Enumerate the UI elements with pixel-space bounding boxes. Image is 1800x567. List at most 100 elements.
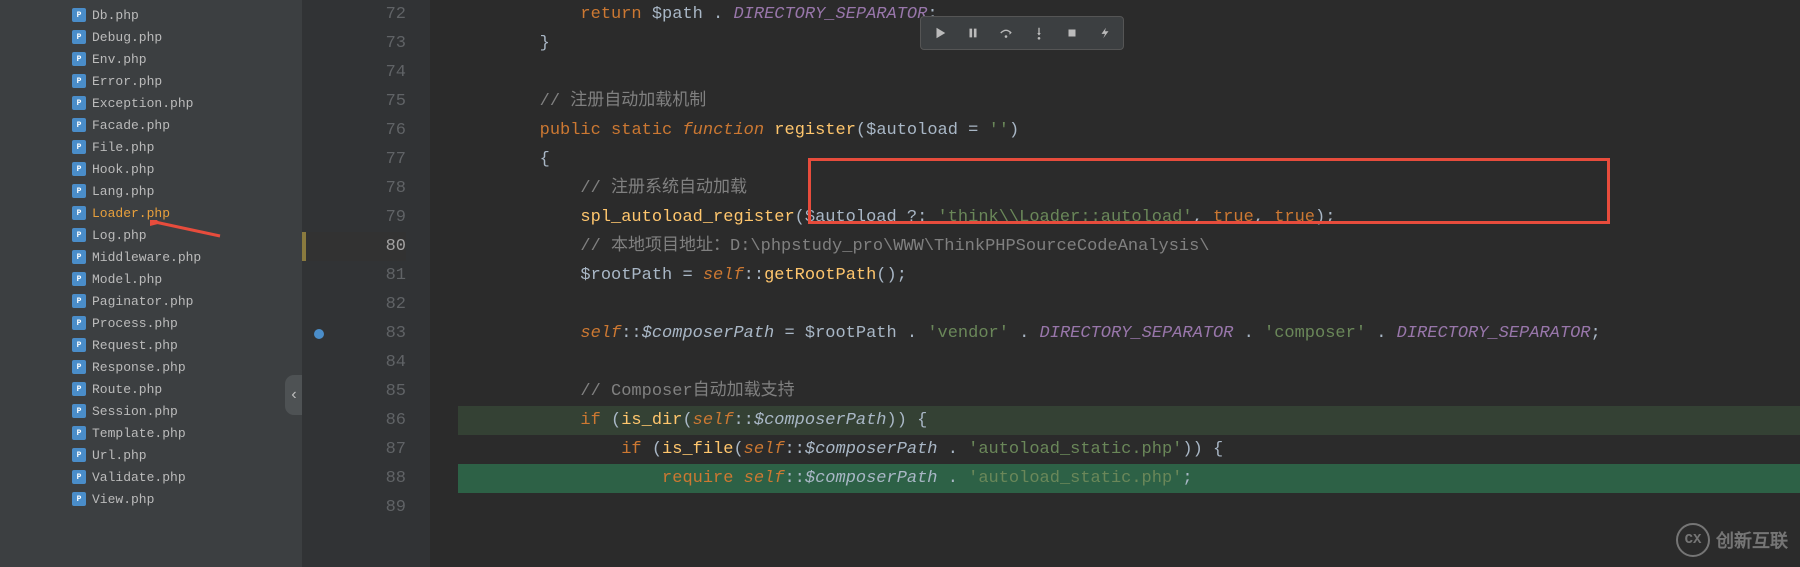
file-item-response[interactable]: PResponse.php [0,356,302,378]
file-label: Url.php [92,448,147,463]
line-number[interactable]: 73 [302,29,406,58]
line-number[interactable]: 75 [302,87,406,116]
line-number[interactable]: 78 [302,174,406,203]
file-item-paginator[interactable]: P Paginator.php [0,290,302,312]
line-number[interactable]: 80 [302,232,406,261]
code-line[interactable]: public static function register($autoloa… [458,116,1800,145]
line-number[interactable]: 84 [302,348,406,377]
line-number[interactable]: 87 [302,435,406,464]
code-line[interactable]: spl_autoload_register($autoload ?: 'thin… [458,203,1800,232]
code-line[interactable]: } [458,29,1800,58]
file-item-route[interactable]: PRoute.php [0,378,302,400]
file-label: Env.php [92,52,147,67]
code-editor: 727374757677787980818283848586878889 ret… [302,0,1800,567]
php-file-icon: P [72,250,86,264]
code-line[interactable] [458,290,1800,319]
file-label: Process.php [92,316,178,331]
code-line[interactable]: { [458,145,1800,174]
php-file-icon: P [72,52,86,66]
php-file-icon: P [72,184,86,198]
php-file-icon: P [72,404,86,418]
line-number[interactable]: 88 [302,464,406,493]
file-item-process[interactable]: PProcess.php [0,312,302,334]
file-item-file[interactable]: P File.php [0,136,302,158]
debug-step-into-button[interactable] [1022,19,1055,47]
debug-toolbar [920,16,1124,50]
file-label: Hook.php [92,162,154,177]
watermark-badge: CX [1676,523,1710,557]
code-line[interactable]: if (is_dir(self::$composerPath)) { [458,406,1800,435]
php-file-icon: P [72,360,86,374]
file-label: File.php [92,140,154,155]
line-number[interactable]: 79 [302,203,406,232]
line-number[interactable]: 81 [302,261,406,290]
code-line[interactable]: // 注册系统自动加载 [458,174,1800,203]
line-number[interactable]: 74 [302,58,406,87]
file-item-lang[interactable]: P Lang.php [0,180,302,202]
line-number[interactable]: 85 [302,377,406,406]
code-line[interactable] [458,493,1800,522]
line-number[interactable]: 86 [302,406,406,435]
php-file-icon: P [72,140,86,154]
php-file-icon: P [72,30,86,44]
php-file-icon: P [72,492,86,506]
file-item-template[interactable]: PTemplate.php [0,422,302,444]
code-line[interactable]: require self::$composerPath . 'autoload_… [458,464,1800,493]
file-explorer-sidebar: PDb.phpPDebug.phpPEnv.phpPError.phpPExce… [0,0,302,567]
file-label: Middleware.php [92,250,201,265]
line-number[interactable]: 77 [302,145,406,174]
line-number[interactable]: 89 [302,493,406,522]
file-item-exception[interactable]: PException.php [0,92,302,114]
file-item-debug[interactable]: P Debug.php [0,26,302,48]
debug-stop-button[interactable] [1055,19,1088,47]
line-number[interactable]: 83 [302,319,406,348]
debug-pause-button[interactable] [956,19,989,47]
file-label: Error.php [92,74,162,89]
debug-resume-button[interactable] [923,19,956,47]
file-item-loader[interactable]: PLoader.php [0,202,302,224]
debug-step-over-button[interactable] [989,19,1022,47]
file-label: Validate.php [92,470,186,485]
file-label: Db.php [92,8,139,23]
file-item-model[interactable]: PModel.php [0,268,302,290]
file-item-request[interactable]: PRequest.php [0,334,302,356]
code-line[interactable]: $rootPath = self::getRootPath(); [458,261,1800,290]
code-line[interactable]: return $path . DIRECTORY_SEPARATOR; [458,0,1800,29]
debug-force-run-button[interactable] [1088,19,1121,47]
breakpoint-marker[interactable] [314,329,324,339]
file-item-middleware[interactable]: P Middleware.php [0,246,302,268]
line-number[interactable]: 76 [302,116,406,145]
file-item-session[interactable]: P Session.php [0,400,302,422]
file-item-view[interactable]: P View.php [0,488,302,510]
line-number[interactable]: 72 [302,0,406,29]
watermark: CX 创新互联 [1676,523,1788,557]
file-label: Session.php [92,404,178,419]
sidebar-collapse-handle[interactable] [285,375,302,415]
file-item-facade[interactable]: P Facade.php [0,114,302,136]
file-label: Debug.php [92,30,162,45]
file-label: Paginator.php [92,294,193,309]
code-line[interactable]: if (is_file(self::$composerPath . 'autol… [458,435,1800,464]
code-line[interactable]: // 注册自动加载机制 [458,87,1800,116]
code-line[interactable]: // 本地项目地址：D:\phpstudy_pro\WWW\ThinkPHPSo… [458,232,1800,261]
file-item-validate[interactable]: PValidate.php [0,466,302,488]
file-item-hook[interactable]: PHook.php [0,158,302,180]
code-content[interactable]: return $path . DIRECTORY_SEPARATOR; } //… [430,0,1800,567]
php-file-icon: P [72,228,86,242]
code-line[interactable]: // Composer自动加载支持 [458,377,1800,406]
file-item-url[interactable]: PUrl.php [0,444,302,466]
file-item-env[interactable]: P Env.php [0,48,302,70]
code-line[interactable] [458,348,1800,377]
php-file-icon: P [72,118,86,132]
file-label: Facade.php [92,118,170,133]
php-file-icon: P [72,382,86,396]
code-line[interactable]: self::$composerPath = $rootPath . 'vendo… [458,319,1800,348]
file-label: Lang.php [92,184,154,199]
file-label: View.php [92,492,154,507]
file-item-db[interactable]: PDb.php [0,4,302,26]
file-item-log[interactable]: PLog.php [0,224,302,246]
line-number[interactable]: 82 [302,290,406,319]
code-line[interactable] [458,58,1800,87]
file-item-error[interactable]: PError.php [0,70,302,92]
php-file-icon: P [72,294,86,308]
